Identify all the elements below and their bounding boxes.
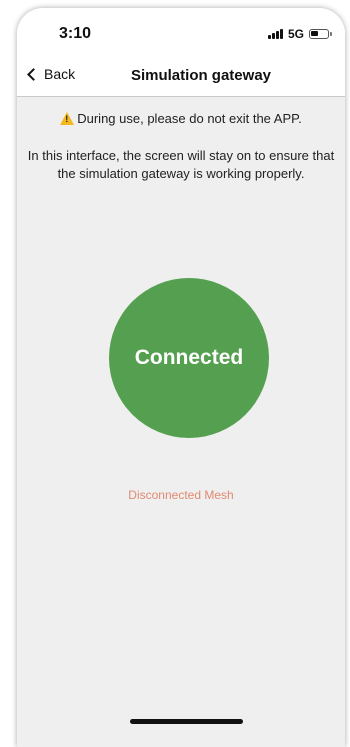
page-title: Simulation gateway (130, 67, 272, 84)
home-indicator[interactable] (130, 719, 243, 724)
network-label: 5G (287, 27, 304, 41)
warning-triangle-icon (60, 112, 75, 125)
main-content: During use, please do not exit the APP. … (17, 97, 345, 747)
mesh-status-text: Disconnected Mesh (128, 488, 234, 502)
status-bar: 3:10 5G (17, 8, 345, 56)
battery-icon (309, 29, 332, 39)
phone-screen: 3:10 5G Back Simulation gateway During u… (17, 8, 345, 747)
navigation-bar: Back Simulation gateway (17, 56, 345, 97)
info-text: In this interface, the screen will stay … (27, 148, 335, 181)
status-time: 3:10 (59, 25, 92, 42)
connection-status-label: Connected (134, 346, 244, 369)
connection-status-circle[interactable]: Connected (109, 278, 269, 438)
signal-bars-icon (267, 29, 283, 39)
warning-message: During use, please do not exit the APP. (17, 111, 345, 126)
status-indicators: 5G (267, 27, 332, 41)
warning-text: During use, please do not exit the APP. (77, 111, 302, 126)
